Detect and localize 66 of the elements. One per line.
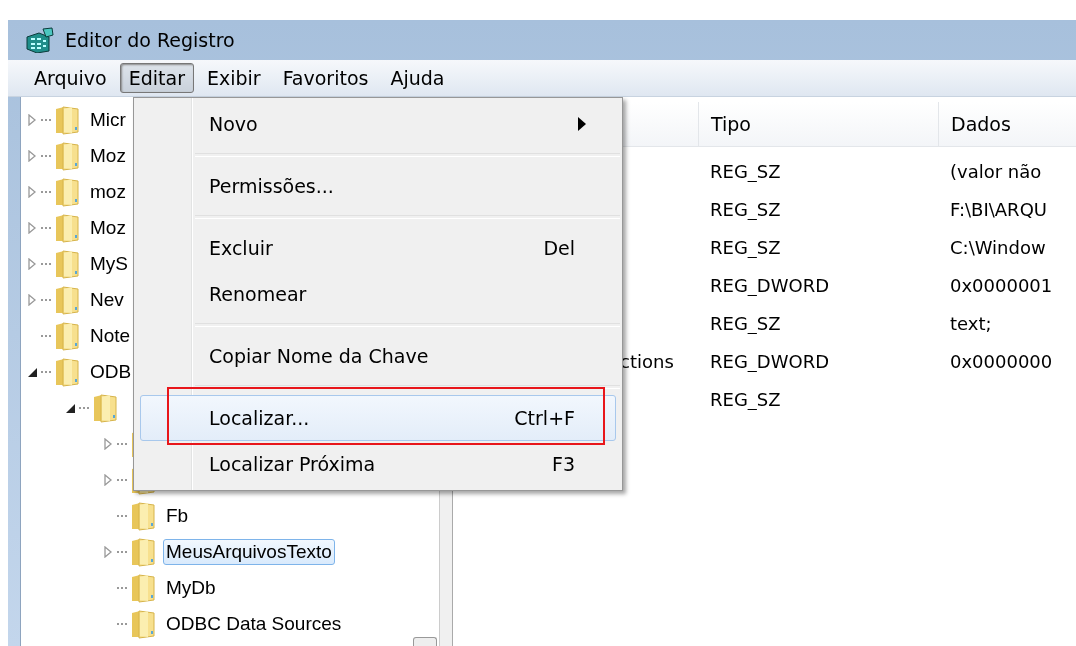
menu-bar-item[interactable]: Favoritos [273,63,378,93]
folder-icon [130,501,158,531]
expanded-triangle-icon[interactable] [26,366,38,378]
folder-icon [54,213,82,243]
folder-icon [54,249,82,279]
folder-icon [92,393,120,423]
tree-item[interactable]: Moz [87,143,129,169]
folder-icon [54,357,82,387]
column-header[interactable]: Tipo [698,102,938,146]
collapsed-triangle-icon[interactable] [26,222,38,234]
collapsed-triangle-icon[interactable] [26,186,38,198]
table-cell-text: (valor não [949,160,1043,182]
menu-item[interactable]: Copiar Nome da Chave [140,333,616,379]
tree-item[interactable]: Nev [87,287,127,313]
tree-item[interactable]: Note [87,323,134,349]
table-cell-text: text; [949,312,993,334]
registry-cubes-icon [25,27,55,53]
collapsed-triangle-icon[interactable] [26,150,38,162]
table-cell-text: REG_SZ [709,388,782,410]
table-cell-text: REG_SZ [709,198,782,220]
tree-item[interactable]: ODBC Data Sources [163,611,345,637]
menu-item[interactable]: Localizar Próxima F3 [140,441,616,487]
collapsed-triangle-icon[interactable] [102,474,114,486]
tree-item[interactable]: MeusArquivosTexto [163,539,335,565]
table-cell-text: F:\BI\ARQU [949,198,1048,220]
tree-item[interactable]: Moz [87,215,129,241]
menu-item[interactable]: Localizar... Ctrl+F [140,395,616,441]
tree-item[interactable]: ODB [87,359,135,385]
collapsed-triangle-icon[interactable] [26,258,38,270]
menu-item[interactable]: Permissões... [140,163,616,209]
window-title: Editor do Registro [65,29,235,51]
tree-item[interactable]: MyS [87,251,131,277]
folder-icon [130,537,158,567]
menu-item[interactable]: Novo [140,101,616,147]
menu-bar-item[interactable]: Arquivo [25,63,116,93]
folder-icon [54,141,82,171]
table-cell-text: REG_SZ [709,160,782,182]
folder-icon [130,573,158,603]
table-cell-text: 0x0000001 [949,274,1054,296]
table-cell-text: C:\Window [949,236,1047,258]
folder-icon [54,321,82,351]
menu-bar-item[interactable]: Editar [119,63,194,93]
expanded-triangle-icon[interactable] [64,402,76,414]
menu-bar-item[interactable]: Exibir [198,63,270,93]
tree-item[interactable]: Fb [163,503,192,529]
menu-item[interactable]: Excluir Del [140,225,616,271]
folder-icon [54,105,82,135]
table-cell-text: 0x0000000 [949,350,1054,372]
collapsed-triangle-icon[interactable] [26,114,38,126]
folder-icon [54,285,82,315]
collapsed-triangle-icon[interactable] [102,546,114,558]
menu-item[interactable]: Renomear [140,271,616,317]
collapsed-triangle-icon[interactable] [26,294,38,306]
table-cell-text: REG_SZ [709,312,782,334]
tree-item[interactable]: MyDb [163,575,219,601]
table-cell-text: REG_DWORD [709,274,831,296]
tree-item[interactable]: Micr [87,107,129,133]
table-cell-text: REG_DWORD [709,350,831,372]
scrollbar-button[interactable] [413,637,437,646]
folder-icon [130,609,158,639]
collapsed-triangle-icon[interactable] [102,438,114,450]
column-header[interactable]: Dados [938,102,1076,146]
table-cell-text: REG_SZ [709,236,782,258]
tree-item[interactable]: moz [87,179,129,205]
folder-icon [54,177,82,207]
menu-bar-item[interactable]: Ajuda [381,63,454,93]
